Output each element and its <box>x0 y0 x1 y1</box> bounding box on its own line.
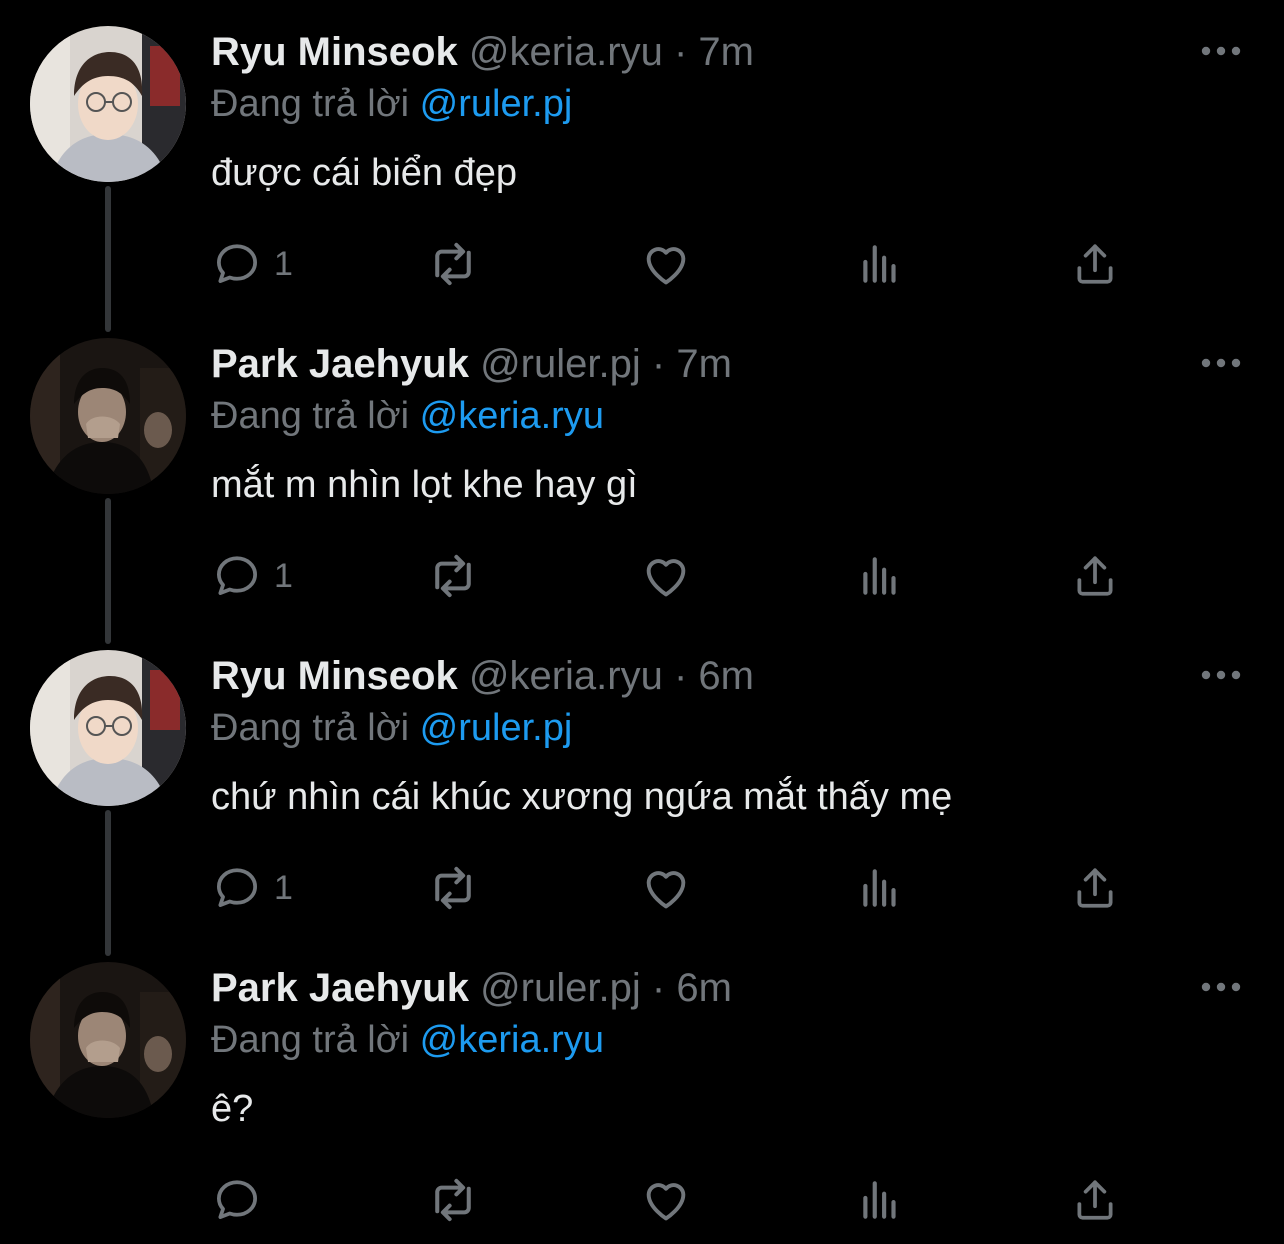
timestamp[interactable]: 6m <box>698 654 754 698</box>
tweet-thread: Ryu Minseok @keria.ryu · 7m Đang trả lời… <box>0 0 1284 1244</box>
reply-button[interactable]: 1 <box>212 858 293 918</box>
tweet[interactable]: Park Jaehyuk @ruler.pj · 6m Đang trả lời… <box>0 936 1284 1244</box>
avatar[interactable] <box>30 26 186 182</box>
more-options-icon[interactable] <box>1196 350 1246 376</box>
tweet-header: Park Jaehyuk @ruler.pj · 6m <box>211 966 732 1010</box>
tweet-text: mắt m nhìn lọt khe hay gì <box>211 464 638 506</box>
like-button[interactable] <box>640 546 692 606</box>
user-handle[interactable]: @ruler.pj <box>480 966 641 1010</box>
replying-to: Đang trả lời @ruler.pj <box>211 706 572 750</box>
tweet-actions <box>0 1170 1284 1230</box>
share-button[interactable] <box>1070 1170 1120 1230</box>
reply-button[interactable]: 1 <box>212 234 293 294</box>
retweet-button[interactable] <box>426 1170 480 1230</box>
reply-icon <box>212 551 262 601</box>
views-button[interactable] <box>856 858 906 918</box>
avatar[interactable] <box>30 338 186 494</box>
timestamp[interactable]: 7m <box>676 342 732 386</box>
tweet[interactable]: Ryu Minseok @keria.ryu · 6m Đang trả lời… <box>0 624 1284 936</box>
replying-to-handle[interactable]: @ruler.pj <box>420 707 573 749</box>
like-button[interactable] <box>640 234 692 294</box>
retweet-icon <box>426 549 480 603</box>
tweet-actions: 1 <box>0 546 1284 606</box>
replying-to: Đang trả lời @ruler.pj <box>211 82 572 126</box>
timestamp[interactable]: 7m <box>698 30 754 74</box>
reply-button[interactable] <box>212 1170 274 1230</box>
user-handle[interactable]: @keria.ryu <box>469 30 663 74</box>
retweet-button[interactable] <box>426 234 480 294</box>
heart-icon <box>640 550 692 602</box>
retweet-icon <box>426 861 480 915</box>
more-options-icon[interactable] <box>1196 38 1246 64</box>
replying-to-label: Đang trả lời <box>211 707 410 749</box>
views-button[interactable] <box>856 546 906 606</box>
reply-count: 1 <box>274 244 293 283</box>
share-icon <box>1070 863 1120 913</box>
reply-count: 1 <box>274 556 293 595</box>
retweet-button[interactable] <box>426 546 480 606</box>
replying-to: Đang trả lời @keria.ryu <box>211 394 604 438</box>
separator-dot: · <box>651 342 666 386</box>
views-button[interactable] <box>856 1170 906 1230</box>
reply-icon <box>212 863 262 913</box>
replying-to-label: Đang trả lời <box>211 395 410 437</box>
heart-icon <box>640 1174 692 1226</box>
replying-to-handle[interactable]: @ruler.pj <box>420 83 573 125</box>
retweet-button[interactable] <box>426 858 480 918</box>
tweet-actions: 1 <box>0 858 1284 918</box>
tweet-text: chứ nhìn cái khúc xương ngứa mắt thấy mẹ <box>211 776 953 818</box>
share-button[interactable] <box>1070 234 1120 294</box>
replying-to-handle[interactable]: @keria.ryu <box>420 1019 604 1061</box>
retweet-icon <box>426 237 480 291</box>
user-handle[interactable]: @keria.ryu <box>469 654 663 698</box>
reply-icon <box>212 239 262 289</box>
avatar[interactable] <box>30 650 186 806</box>
analytics-icon <box>856 551 906 601</box>
avatar[interactable] <box>30 962 186 1118</box>
analytics-icon <box>856 1175 906 1225</box>
reply-button[interactable]: 1 <box>212 546 293 606</box>
share-icon <box>1070 1175 1120 1225</box>
timestamp[interactable]: 6m <box>676 966 732 1010</box>
display-name[interactable]: Park Jaehyuk <box>211 342 469 386</box>
separator-dot: · <box>651 966 666 1010</box>
views-button[interactable] <box>856 234 906 294</box>
share-icon <box>1070 239 1120 289</box>
replying-to: Đang trả lời @keria.ryu <box>211 1018 604 1062</box>
reply-icon <box>212 1175 262 1225</box>
heart-icon <box>640 238 692 290</box>
tweet-text: được cái biển đẹp <box>211 152 517 194</box>
tweet-header: Park Jaehyuk @ruler.pj · 7m <box>211 342 732 386</box>
tweet-actions: 1 <box>0 234 1284 294</box>
more-options-icon[interactable] <box>1196 662 1246 688</box>
share-button[interactable] <box>1070 546 1120 606</box>
user-handle[interactable]: @ruler.pj <box>480 342 641 386</box>
share-button[interactable] <box>1070 858 1120 918</box>
share-icon <box>1070 551 1120 601</box>
tweet[interactable]: Park Jaehyuk @ruler.pj · 7m Đang trả lời… <box>0 312 1284 624</box>
replying-to-label: Đang trả lời <box>211 1019 410 1061</box>
tweet-header: Ryu Minseok @keria.ryu · 6m <box>211 654 754 698</box>
heart-icon <box>640 862 692 914</box>
more-options-icon[interactable] <box>1196 974 1246 1000</box>
analytics-icon <box>856 863 906 913</box>
replying-to-label: Đang trả lời <box>211 83 410 125</box>
analytics-icon <box>856 239 906 289</box>
separator-dot: · <box>673 654 688 698</box>
display-name[interactable]: Ryu Minseok <box>211 654 458 698</box>
tweet-text: ê? <box>211 1088 254 1130</box>
reply-count: 1 <box>274 868 293 907</box>
display-name[interactable]: Ryu Minseok <box>211 30 458 74</box>
separator-dot: · <box>673 30 688 74</box>
tweet[interactable]: Ryu Minseok @keria.ryu · 7m Đang trả lời… <box>0 0 1284 312</box>
tweet-header: Ryu Minseok @keria.ryu · 7m <box>211 30 754 74</box>
like-button[interactable] <box>640 858 692 918</box>
retweet-icon <box>426 1173 480 1227</box>
replying-to-handle[interactable]: @keria.ryu <box>420 395 604 437</box>
display-name[interactable]: Park Jaehyuk <box>211 966 469 1010</box>
like-button[interactable] <box>640 1170 692 1230</box>
